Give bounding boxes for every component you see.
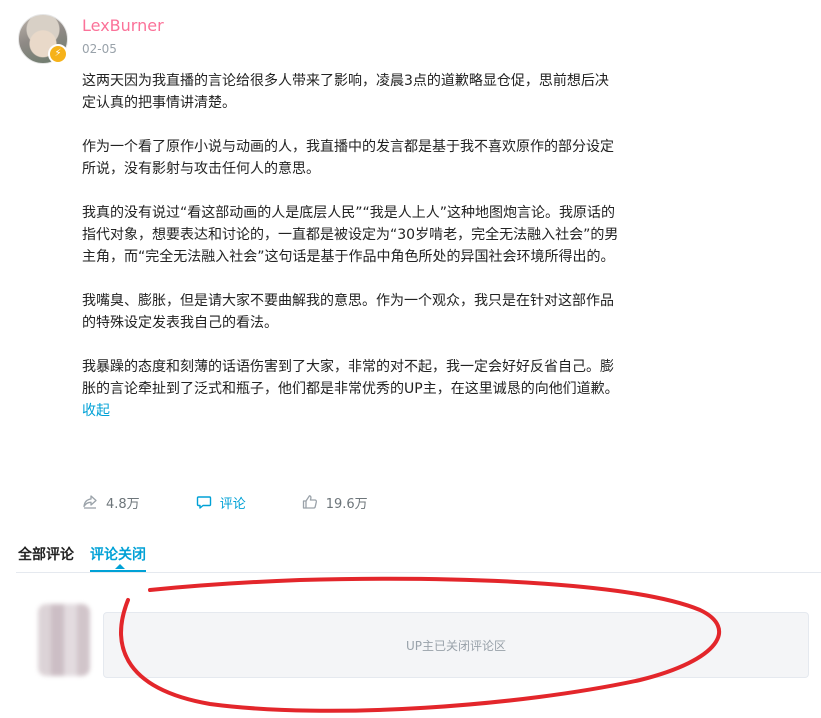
share-button[interactable]: 4.8万 [82,493,140,512]
action-bar: 4.8万 评论 19.6万 [82,492,424,512]
tab-active-indicator [90,570,146,572]
comment-label: 评论 [219,496,246,512]
user-avatar[interactable]: ⚡ [18,14,68,64]
comment-button[interactable]: 评论 [196,493,246,512]
comment-tabs: 全部评论 评论关闭 [16,544,821,573]
username[interactable]: LexBurner [82,16,164,35]
like-count: 19.6万 [325,496,368,512]
collapse-link[interactable]: 收起 [82,400,622,422]
like-icon [302,495,317,509]
post-content: 这两天因为我直播的言论给很多人带来了影响，凌晨3点的道歉略显仓促，思前想后决定认… [82,70,622,422]
post-date: 02-05 [82,42,117,56]
vip-badge-icon: ⚡ [48,44,68,64]
commenter-avatar [38,604,90,676]
like-button[interactable]: 19.6万 [302,493,368,512]
post-paragraph: 作为一个看了原作小说与动画的人，我直播中的发言都是基于我不喜欢原作的部分设定所说… [82,139,614,177]
post-paragraph: 我暴躁的态度和刻薄的话语伤害到了大家，非常的对不起，我一定会好好反省自己。膨胀的… [82,359,619,397]
comments-closed-text: UP主已关闭评论区 [405,638,507,653]
post-paragraph: 这两天因为我直播的言论给很多人带来了影响，凌晨3点的道歉略显仓促，思前想后决定认… [82,73,609,111]
tab-comments-closed[interactable]: 评论关闭 [90,544,146,564]
tab-caret [115,564,125,569]
tab-all-comments[interactable]: 全部评论 [18,544,74,564]
comments-closed-notice: UP主已关闭评论区 [103,612,809,678]
comment-icon [196,496,211,509]
post-paragraph: 我嘴臭、膨胀，但是请大家不要曲解我的意思。作为一个观众，我只是在针对这部作品的特… [82,293,614,331]
share-count: 4.8万 [106,496,140,512]
share-icon [83,495,97,509]
post-paragraph: 我真的没有说过“看这部动画的人是底层人民”“我是人上人”这种地图炮言论。我原话的… [82,205,619,265]
